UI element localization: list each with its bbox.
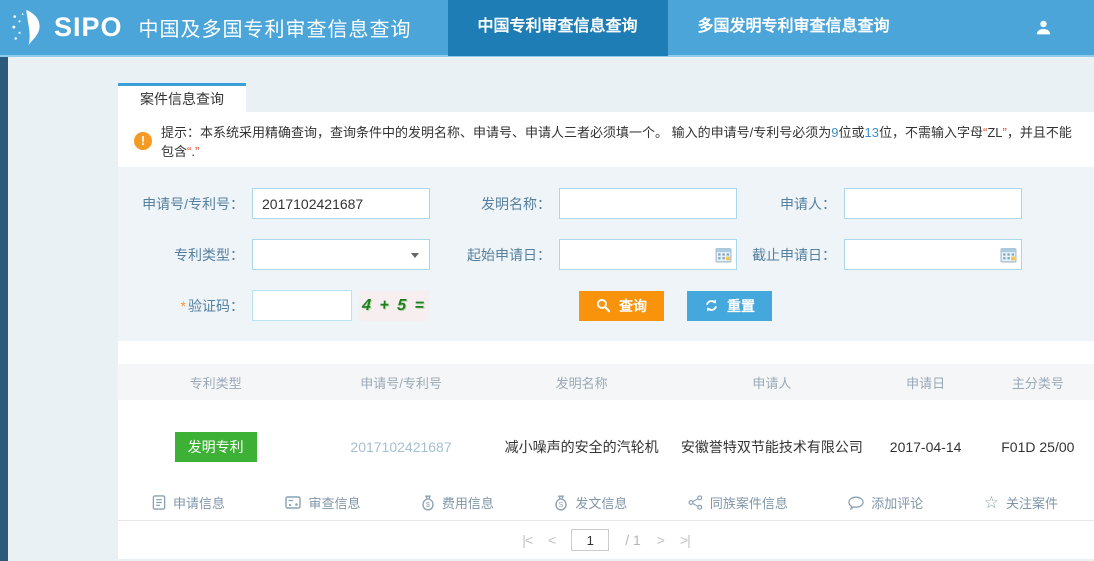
share-nodes-icon: [688, 495, 703, 510]
top-header: SIPO 中国及多国专利审查信息查询 中国专利审查信息查询 多国发明专利审查信息…: [0, 0, 1094, 57]
captcha-input[interactable]: [252, 290, 352, 321]
application-date-cell: 2017-04-14: [869, 439, 981, 455]
search-button[interactable]: 查询: [579, 291, 664, 321]
form-row-2: 专利类型： 起始申请日：: [118, 239, 1094, 270]
date-to-field: [844, 239, 1022, 270]
refresh-icon: [704, 298, 719, 313]
total-pages-label: / 1: [625, 532, 641, 548]
chevron-down-icon: [411, 253, 419, 258]
col-header-application-date: 申请日: [869, 373, 981, 392]
application-number-input[interactable]: [252, 188, 430, 219]
user-icon: [1035, 19, 1052, 36]
nav-item-china-patent[interactable]: 中国专利审查信息查询: [448, 0, 668, 56]
col-header-application-number: 申请号/专利号: [313, 373, 489, 392]
prev-page-button[interactable]: <: [548, 532, 555, 548]
image-card-icon: [285, 496, 301, 509]
action-family-cases[interactable]: 同族案件信息: [688, 493, 788, 512]
col-header-patent-type: 专利类型: [118, 373, 313, 392]
date-from-label: 起始申请日：: [430, 245, 559, 265]
action-fee-info[interactable]: $ 费用信息: [421, 493, 494, 512]
sipo-logo: SIPO: [10, 7, 123, 49]
date-from-input[interactable]: [559, 239, 737, 270]
svg-text:S: S: [559, 502, 564, 509]
sipo-logo-icon: [10, 7, 52, 49]
search-icon: [596, 298, 611, 313]
svg-text:$: $: [426, 502, 430, 509]
date-from-field: [559, 239, 737, 270]
required-asterisk: *: [181, 298, 186, 314]
money-bag-icon: $: [421, 495, 435, 511]
page-number-input[interactable]: [571, 529, 609, 551]
calendar-icon[interactable]: [1000, 246, 1017, 263]
site-title: 中国及多国专利审查信息查询: [139, 13, 412, 42]
money-bag-icon: S: [554, 495, 568, 511]
reset-button[interactable]: 重置: [687, 291, 772, 321]
nav-item-multi-country[interactable]: 多国发明专利审查信息查询: [668, 0, 920, 56]
calendar-icon[interactable]: [715, 246, 732, 263]
document-icon: [152, 495, 166, 510]
col-header-invention-name: 发明名称: [489, 373, 674, 392]
left-edge-bar: [0, 57, 8, 561]
first-page-button[interactable]: |<: [522, 532, 532, 548]
search-form: 申请号/专利号： 发明名称： 申请人： 专利类型： 起始申请日：: [118, 167, 1094, 341]
form-row-1: 申请号/专利号： 发明名称： 申请人：: [118, 188, 1094, 219]
query-card: ! 提示：本系统采用精确查询，查询条件中的发明名称、申请号、申请人三者必须填一个…: [118, 112, 1094, 559]
captcha-image[interactable]: 4 + 5 =: [358, 291, 430, 321]
user-account-button[interactable]: [1035, 19, 1052, 36]
next-page-button[interactable]: >: [657, 532, 664, 548]
action-application-info[interactable]: 申请信息: [152, 493, 225, 512]
action-add-comment[interactable]: 添加评论: [848, 493, 923, 512]
col-header-main-class: 主分类号: [982, 373, 1094, 392]
last-page-button[interactable]: >|: [680, 532, 690, 548]
applicant-label: 申请人：: [737, 194, 844, 214]
patent-type-badge: 发明专利: [175, 432, 257, 462]
row-action-links: 申请信息 审查信息 $ 费用信息: [118, 485, 1094, 521]
action-follow-case[interactable]: ☆ 关注案件: [984, 493, 1058, 512]
invention-name-input[interactable]: [559, 188, 737, 219]
action-issued-documents[interactable]: S 发文信息: [554, 493, 627, 512]
applicant-input[interactable]: [844, 188, 1022, 219]
content-area: 案件信息查询 ! 提示：本系统采用精确查询，查询条件中的发明名称、申请号、申请人…: [118, 57, 1094, 559]
results-table-header: 专利类型 申请号/专利号 发明名称 申请人 申请日 主分类号: [118, 364, 1094, 400]
notice-bar: ! 提示：本系统采用精确查询，查询条件中的发明名称、申请号、申请人三者必须填一个…: [118, 128, 1094, 153]
star-icon: ☆: [984, 494, 999, 511]
main-nav: 中国专利审查信息查询 多国发明专利审查信息查询: [448, 0, 920, 56]
main-class-cell: F01D 25/00: [982, 439, 1094, 455]
tab-case-info-query[interactable]: 案件信息查询: [118, 83, 246, 112]
applicant-cell: 安徽誉特双节能技术有限公司: [674, 437, 869, 457]
date-to-input[interactable]: [844, 239, 1022, 270]
form-row-3: *验证码： 4 + 5 = 查询: [118, 290, 1094, 321]
captcha-label: *验证码：: [118, 296, 252, 316]
patent-type-label: 专利类型：: [118, 245, 252, 265]
form-buttons: 查询 重置: [579, 291, 772, 321]
logo-text: SIPO: [54, 12, 123, 43]
invention-name-cell: 减小噪声的安全的汽轮机: [489, 437, 674, 457]
invention-name-label: 发明名称：: [430, 194, 559, 214]
col-header-applicant: 申请人: [674, 373, 869, 392]
notice-text: 提示：本系统采用精确查询，查询条件中的发明名称、申请号、申请人三者必须填一个。 …: [161, 122, 1078, 160]
application-number-link[interactable]: 2017102421687: [350, 439, 451, 455]
pagination: |< < / 1 > >|: [118, 529, 1094, 551]
action-examination-info[interactable]: 审查信息: [285, 493, 360, 512]
application-number-label: 申请号/专利号：: [118, 194, 252, 214]
patent-type-select[interactable]: [252, 239, 430, 270]
date-to-label: 截止申请日：: [737, 245, 844, 265]
table-row: 发明专利 2017102421687 减小噪声的安全的汽轮机 安徽誉特双节能技术…: [118, 426, 1094, 468]
warning-icon: !: [134, 132, 152, 150]
comment-icon: [848, 496, 864, 510]
